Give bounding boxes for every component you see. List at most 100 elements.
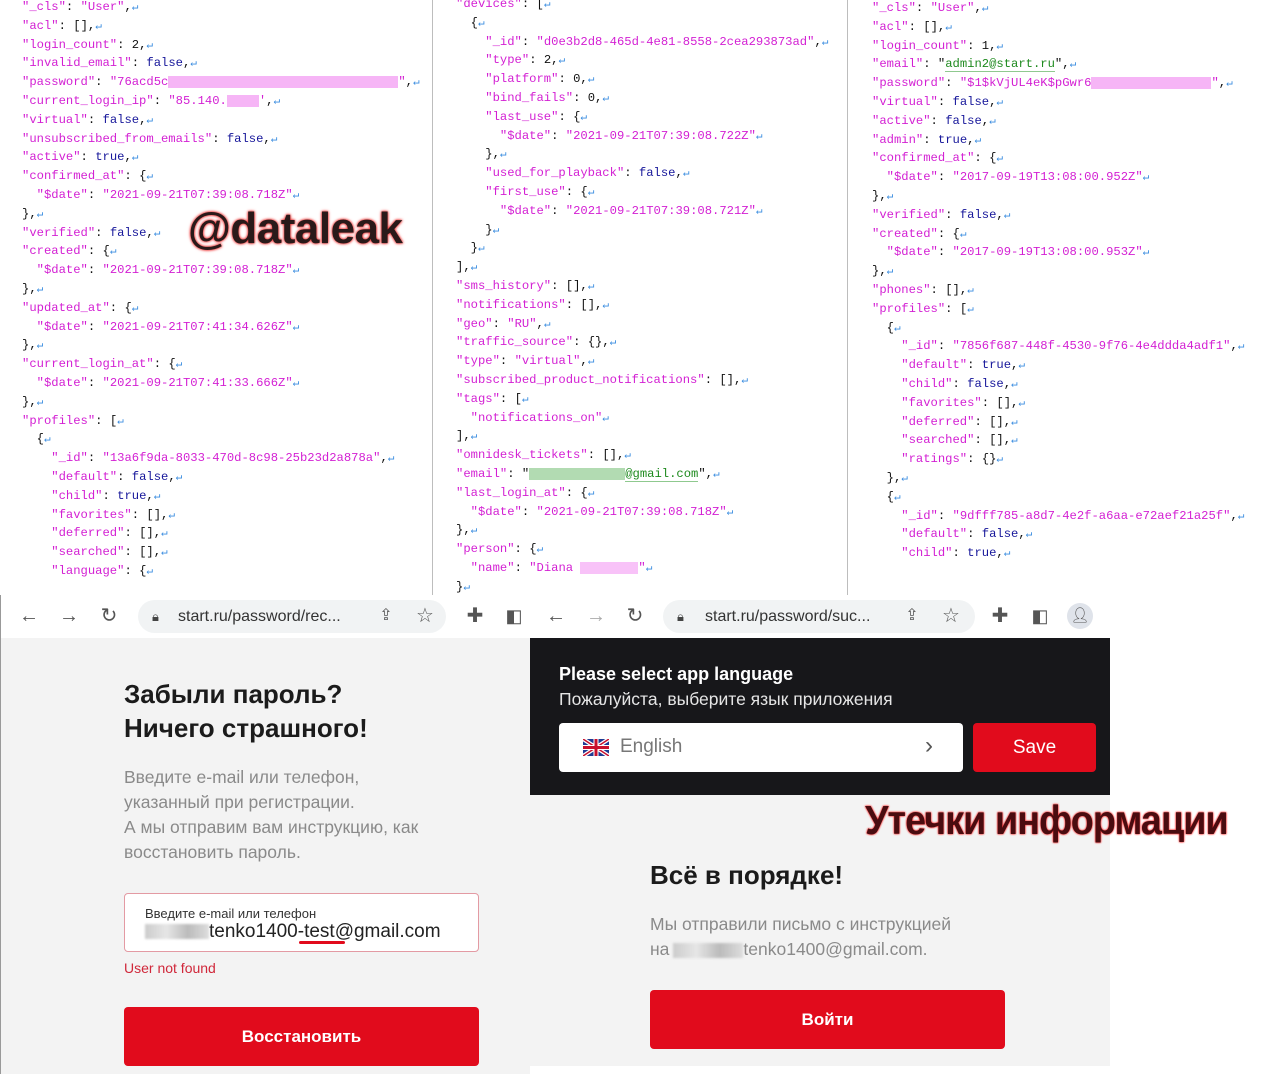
newline-arrow-icon: ↵	[1003, 209, 1011, 222]
newline-arrow-icon: ↵	[543, 0, 551, 11]
json-comma: ,	[1003, 414, 1012, 429]
email-field[interactable]: Введите e-mail или телефон tenko1400-tes…	[124, 893, 479, 952]
json-line: "$date": "2021-09-21T07:39:08.718Z"↵	[22, 261, 420, 280]
reload-icon[interactable]: ↻	[98, 605, 120, 627]
json-key: omnidesk_tickets	[463, 448, 581, 463]
json-quote: "	[58, 0, 66, 14]
newline-arrow-icon: ↵	[131, 2, 139, 14]
json-colon: :	[529, 53, 544, 68]
json-comma: ,	[153, 526, 162, 541]
newline-arrow-icon: ↵	[387, 453, 395, 466]
json-value: {	[952, 226, 960, 241]
json-line: "default": false,↵	[872, 525, 1244, 544]
extensions-puzzle-icon[interactable]: ✚	[989, 605, 1011, 627]
json-string: "notifications_on"	[470, 410, 603, 425]
json-comma: ,	[814, 34, 822, 49]
json-colon: :	[974, 414, 990, 429]
newline-arrow-icon: ↵	[609, 337, 617, 350]
json-line: }↵	[456, 221, 828, 240]
star-icon[interactable]: ☆	[940, 605, 962, 627]
json-line: "default": false,↵	[22, 468, 420, 487]
star-icon[interactable]: ☆	[414, 605, 436, 627]
json-colon: :	[212, 131, 227, 146]
json-comma: ,	[1003, 433, 1012, 448]
json-line: "email": " @gmail.com",↵	[456, 465, 828, 484]
json-key: _id	[908, 508, 931, 523]
redacted-block	[673, 942, 744, 958]
json-value: "2021-09-21T07:39:08.722Z"	[565, 128, 756, 143]
json-line: "acl": [],↵	[22, 17, 420, 36]
json-key: $date	[507, 128, 544, 143]
json-comma: ,	[580, 278, 588, 293]
extensions-puzzle-icon[interactable]: ✚	[464, 605, 486, 627]
json-comma: ,	[1230, 508, 1238, 523]
language-select[interactable]: English ›	[559, 723, 963, 772]
json-quote: "	[901, 527, 909, 542]
newline-arrow-icon: ↵	[161, 528, 168, 541]
json-punct: {	[36, 432, 44, 447]
json-quote: "	[485, 53, 493, 68]
share-icon[interactable]: ⇪	[901, 605, 923, 627]
profile-avatar-icon[interactable]: 👤︎	[1067, 603, 1093, 629]
back-icon[interactable]: ←	[18, 605, 40, 627]
forward-icon[interactable]: →	[585, 605, 607, 627]
save-button[interactable]: Save	[973, 723, 1096, 772]
reload-icon[interactable]: ↻	[624, 605, 646, 627]
json-comma: ,	[266, 93, 274, 108]
json-quote: "	[124, 507, 132, 522]
login-button[interactable]: Войти	[650, 990, 1005, 1049]
json-quote: "	[945, 546, 953, 561]
json-colon: :	[153, 93, 169, 108]
json-quote: "	[470, 560, 478, 575]
restore-button[interactable]: Восстановить	[124, 1007, 479, 1066]
json-key: _cls	[879, 1, 909, 15]
newline-arrow-icon: ↵	[95, 20, 102, 33]
newline-arrow-icon: ↵	[292, 265, 300, 278]
redacted-block	[226, 94, 259, 107]
address-bar[interactable]: 🔒︎ start.ru/password/suc... ⇪ ☆	[663, 600, 975, 633]
json-line: "unsubscribed_from_emails": false,↵	[22, 130, 420, 149]
json-line: },↵	[872, 187, 1244, 206]
json-colon: :	[521, 504, 537, 519]
json-line: "login_count": 2,↵	[22, 36, 420, 55]
json-key: devices	[463, 0, 515, 11]
json-line: "$date": "2017-09-19T13:08:00.952Z"↵	[872, 168, 1244, 187]
json-line: {↵	[456, 14, 828, 33]
back-icon[interactable]: ←	[545, 605, 567, 627]
json-line: "$date": "2021-09-21T07:39:08.721Z"↵	[456, 202, 828, 221]
json-colon: :	[124, 545, 140, 560]
json-line: "bind_fails": 0,↵	[456, 89, 828, 108]
newline-arrow-icon: ↵	[602, 299, 609, 312]
json-value: {}	[981, 452, 997, 467]
json-colon: :	[937, 94, 953, 109]
newline-arrow-icon: ↵	[117, 415, 124, 428]
uk-flag-icon	[583, 739, 609, 756]
side-panel-icon[interactable]: ◧	[1029, 605, 1051, 627]
side-panel-icon[interactable]: ◧	[503, 605, 525, 627]
json-colon: :	[937, 170, 953, 185]
forward-icon[interactable]: →	[58, 605, 80, 627]
json-comma: ,	[380, 451, 388, 466]
newline-arrow-icon: ↵	[682, 168, 690, 181]
newline-arrow-icon: ↵	[1018, 360, 1025, 373]
json-value: "User"	[930, 1, 975, 15]
json-value: {	[124, 300, 132, 315]
address-bar[interactable]: 🔒︎ start.ru/password/rec... ⇪ ☆	[138, 600, 446, 633]
json-value: true	[937, 132, 968, 147]
newline-arrow-icon: ↵	[536, 544, 544, 557]
share-icon[interactable]: ⇪	[375, 605, 397, 627]
json-quote: "	[930, 339, 938, 354]
json-line: "notifications_on"↵	[456, 409, 828, 428]
json-line: "virtual": false,↵	[872, 93, 1244, 112]
newline-arrow-icon: ↵	[146, 39, 154, 52]
json-value: "2021-09-21T07:39:08.718Z"	[102, 263, 293, 278]
json-punct: },	[22, 206, 37, 221]
json-line: "updated_at": {↵	[22, 299, 420, 318]
json-punct: },	[22, 281, 37, 296]
json-value: [	[514, 391, 522, 406]
json-colon: :	[117, 37, 132, 52]
instructions: Введите e-mail или телефон, указанный пр…	[124, 765, 418, 865]
